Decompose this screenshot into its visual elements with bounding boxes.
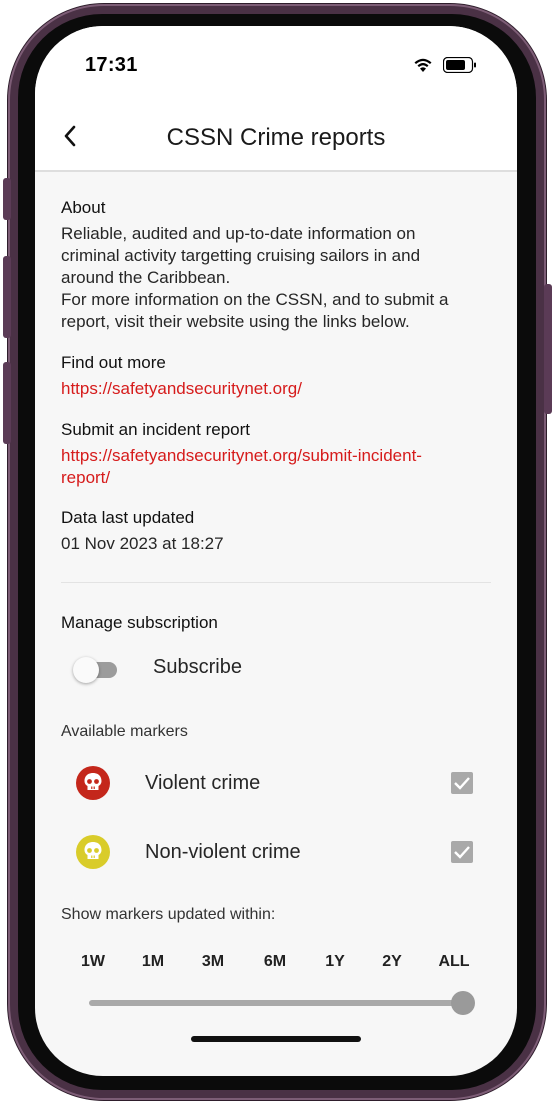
non-violent-crime-checkbox[interactable] xyxy=(451,841,473,863)
slider-track xyxy=(89,1000,463,1006)
range-options: 1W 1M 3M 6M 1Y 2Y ALL xyxy=(61,953,491,973)
about-text-line: For more information on the CSSN, and to… xyxy=(61,290,449,309)
volume-up-button xyxy=(3,256,11,338)
data-updated-heading: Data last updated xyxy=(61,508,195,527)
subscription-heading: Manage subscription xyxy=(61,613,218,632)
range-option-2y[interactable]: 2Y xyxy=(382,953,402,971)
subscribe-label: Subscribe xyxy=(153,656,242,678)
power-button xyxy=(544,284,552,414)
status-bar: 17:31 xyxy=(35,26,517,106)
range-option-1y[interactable]: 1Y xyxy=(325,953,345,971)
mute-switch xyxy=(3,178,11,220)
range-option-all[interactable]: ALL xyxy=(438,953,469,971)
slider-thumb[interactable] xyxy=(451,991,475,1015)
non-violent-crime-label: Non-violent crime xyxy=(145,841,301,863)
submit-report-link-line: https://safetyandsecuritynet.org/submit-… xyxy=(61,446,422,465)
volume-down-button xyxy=(3,362,11,444)
home-indicator xyxy=(191,1036,361,1042)
about-text-line: Reliable, audited and up-to-date informa… xyxy=(61,224,416,243)
checkmark-icon xyxy=(454,777,470,790)
violent-crime-label: Violent crime xyxy=(145,772,261,794)
submit-report-heading: Submit an incident report xyxy=(61,420,250,439)
screen: 17:31 CSSN Crime reports About Reliable,… xyxy=(35,26,517,1076)
about-heading: About xyxy=(61,198,106,217)
website-link[interactable]: https://safetyandsecuritynet.org/ xyxy=(61,378,481,400)
status-time: 17:31 xyxy=(85,54,138,76)
range-option-6m[interactable]: 6M xyxy=(264,953,286,971)
about-text-line: around the Caribbean. xyxy=(61,268,231,287)
battery-icon xyxy=(443,57,476,73)
subscribe-toggle[interactable] xyxy=(73,657,119,683)
divider xyxy=(61,582,491,583)
toggle-thumb xyxy=(73,657,99,683)
data-updated-value: 01 Nov 2023 at 18:27 xyxy=(61,534,224,553)
violent-crime-skull-icon xyxy=(76,766,110,800)
violent-crime-checkbox[interactable] xyxy=(451,772,473,794)
wifi-icon xyxy=(414,58,432,72)
range-option-1m[interactable]: 1M xyxy=(142,953,164,971)
range-heading: Show markers updated within: xyxy=(61,906,276,923)
range-option-3m[interactable]: 3M xyxy=(202,953,224,971)
submit-report-link-line: report/ xyxy=(61,468,111,487)
about-text-line: criminal activity targetting cruising sa… xyxy=(61,246,421,265)
non-violent-crime-skull-icon xyxy=(76,835,110,869)
find-out-more-heading: Find out more xyxy=(61,353,166,372)
checkmark-icon xyxy=(454,846,470,859)
app-header: CSSN Crime reports xyxy=(35,106,517,172)
about-text-line: report, visit their website using the li… xyxy=(61,312,410,331)
submit-report-link[interactable]: https://safetyandsecuritynet.org/submit-… xyxy=(61,445,481,489)
range-option-1w[interactable]: 1W xyxy=(81,953,105,971)
markers-heading: Available markers xyxy=(61,723,188,740)
page-title: CSSN Crime reports xyxy=(166,124,386,151)
time-range-slider[interactable] xyxy=(89,989,475,1017)
